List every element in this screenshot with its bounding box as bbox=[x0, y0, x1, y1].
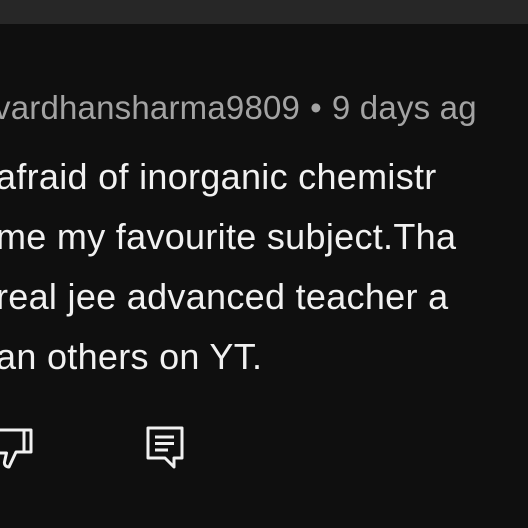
meta-separator: • bbox=[310, 89, 322, 126]
comment-line: an others on YT. bbox=[0, 336, 263, 377]
comment-screen: vardhansharma9809 • 9 days ag afraid of in… bbox=[0, 0, 528, 528]
top-bar bbox=[0, 0, 528, 24]
thumbs-down-icon[interactable] bbox=[0, 426, 38, 470]
comment-reply-icon[interactable] bbox=[144, 424, 188, 472]
comment-time: 9 days ag bbox=[331, 89, 477, 126]
comment-meta: vardhansharma9809 • 9 days ag bbox=[0, 86, 477, 130]
comment-line: real jee advanced teacher a bbox=[0, 276, 449, 317]
comment-author[interactable]: vardhansharma9809 bbox=[0, 89, 300, 126]
comment-line: afraid of inorganic chemistr bbox=[0, 156, 437, 197]
comment-text: afraid of inorganic chemistr me my favou… bbox=[0, 147, 528, 387]
comment-line: me my favourite subject.Tha bbox=[0, 216, 457, 257]
